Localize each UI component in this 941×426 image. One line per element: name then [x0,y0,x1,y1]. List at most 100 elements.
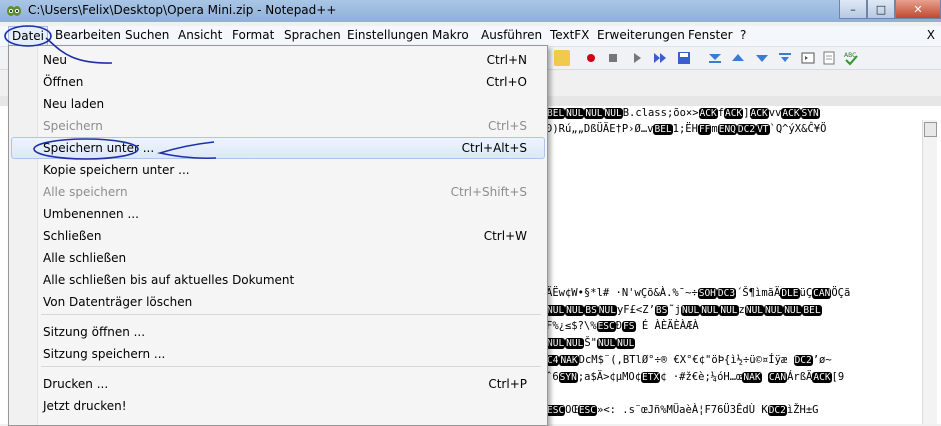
close-window-button[interactable]: ✕ [895,0,941,19]
control-char-badge: NUL [597,305,617,316]
menu-item-sitzung-speichern[interactable]: Sitzung speichern ... [11,343,545,365]
editor-line: ˆ6SYN;a$Ä>¢µMO¢ETX¢ ·#ž€è;¼óH…œNAK CANÁr… [546,370,844,385]
control-char-badge: DC2 [736,124,757,135]
menu-suchen[interactable]: Suchen [125,28,169,42]
menu-item-shortcut: Ctrl+P [488,377,527,391]
arrow-up-icon[interactable] [730,50,746,66]
control-char-badge: NUL [565,108,585,119]
menu-item-speichern[interactable]: Speichern Ctrl+S [11,115,545,137]
vertical-scrollbar[interactable] [922,120,937,424]
menu-item-sitzung-öffnen[interactable]: Sitzung öffnen ... [11,321,545,343]
menu-item-alle-schließen-bis-auf-aktuelles-dokument[interactable]: Alle schließen bis auf aktuelles Dokumen… [11,269,545,291]
menu-item-label: Sitzung speichern ... [43,347,166,361]
control-char-badge: CAN [812,288,832,299]
control-char-badge: BEL [546,108,566,119]
menu-item-neu[interactable]: Neu Ctrl+N [11,49,545,71]
control-char-badge: NUL [681,305,701,316]
editor-text: ´Š¶ìmãÄ [736,287,781,299]
document-icon[interactable] [821,50,837,66]
console-icon[interactable] [800,50,816,66]
menu-item-neu-laden[interactable]: Neu laden [11,93,545,115]
save-macro-icon[interactable] [676,50,692,66]
control-char-badge: NUL [597,338,617,349]
spellcheck-icon[interactable]: ABC [843,50,859,66]
stop-macro-icon[interactable] [605,50,621,66]
menu-item-von-datenträger-löschen[interactable]: Von Datenträger löschen [11,291,545,313]
menu-bearbeiten[interactable]: Bearbeiten [55,28,121,42]
menu-bar: Datei Bearbeiten Suchen Ansicht Format S… [0,26,941,47]
editor-text: yF£<Z’ [616,304,655,316]
control-char-badge: SOH [697,288,717,299]
control-char-badge: NUL [764,305,784,316]
menu-item-label: Speichern [43,119,103,133]
control-char-badge: ESC [546,405,566,416]
record-macro-icon[interactable] [583,50,599,66]
control-char-badge: NUL [546,305,566,316]
editor-text: ÖÇã [831,287,851,299]
menu-item-kopie-speichern-unter[interactable]: Kopie speichern unter ... [11,159,545,181]
editor-text: m [711,123,718,135]
sync-scroll-icon[interactable] [554,50,570,66]
close-document-button[interactable]: X [927,28,935,42]
collapse-icon[interactable] [707,50,723,66]
menu-makro[interactable]: Makro [432,28,469,42]
editor-text: »<: .s¨œJñ%MÜaèÀ¦F76Ü3ÊdÙ K [597,404,768,416]
minimize-button[interactable]: – [839,0,867,19]
menu-item-drucken[interactable]: Drucken ... Ctrl+P [11,373,545,395]
control-char-badge: DLE [780,288,800,299]
menu-einstellungen[interactable]: Einstellungen [347,28,428,42]
control-char-badge: FF [697,124,712,135]
maximize-button[interactable]: □ [867,0,895,19]
control-char-badge: BEL [653,124,673,135]
menu-help[interactable]: ? [740,28,746,42]
editor-line: NUL NULŠ"NUL NUL [546,336,636,351]
menu-fenster[interactable]: Fenster [688,28,733,42]
menu-item-label: Sitzung öffnen ... [43,325,146,339]
menu-ansicht[interactable]: Ansicht [178,28,222,42]
control-char-badge: NUL [616,338,636,349]
menu-item-label: Speichern unter ... [43,141,155,155]
scrollbar-thumb[interactable] [924,122,937,137]
menu-item-shortcut: Ctrl+Shift+S [450,185,527,199]
menu-format[interactable]: Format [232,28,274,42]
align-icon[interactable] [777,50,793,66]
menu-item-label: Jetzt drucken! [43,399,127,413]
editor-text: 1;ËH [672,123,698,135]
menu-item-alle-speichern[interactable]: Alle speichern Ctrl+Shift+S [11,181,545,203]
menu-item-öffnen[interactable]: Öffnen Ctrl+O [11,71,545,93]
title-bar: C:\Users\Felix\Desktop\Opera Mini.zip - … [0,0,941,22]
run-macro-multiple-icon[interactable] [652,50,668,66]
editor-text: ’ø~ [812,354,832,366]
menu-item-alle-schließen[interactable]: Alle schließen [11,247,545,269]
menu-item-umbenennen[interactable]: Umbenennen ... [11,203,545,225]
menu-ausfuehren[interactable]: Ausführen [481,28,542,42]
window-controls: – □ ✕ [839,0,941,20]
menu-erweiterungen[interactable]: Erweiterungen [597,28,685,42]
menu-item-schließen[interactable]: Schließen Ctrl+W [11,225,545,247]
menu-item-jetzt-drucken[interactable]: Jetzt drucken! [11,395,545,417]
menu-separator [41,314,541,315]
control-char-badge: DC2 [793,355,813,366]
editor-text: Š" [584,337,597,349]
editor-text: É ÀÈÄÈÀÆÀ [635,320,699,332]
menu-item-label: Umbenennen ... [43,207,139,221]
editor-line: C4 NAKDcM$¨(,BTlØ°÷® €X°€¢"öÞ{ì½÷ü©¤Íÿæ D… [546,353,832,368]
control-char-badge: NUL [719,305,739,316]
menu-item-label: Öffnen [43,75,84,89]
arrow-down-icon[interactable] [754,50,770,66]
control-char-badge: ETX [641,372,661,383]
menu-textfx[interactable]: TextFX [550,28,589,42]
control-char-badge: NUL [700,305,720,316]
editor-text: vv [768,107,782,119]
menu-item-speichern-unter[interactable]: Speichern unter ... Ctrl+Alt+S [11,137,545,159]
control-char-badge: C4 [546,355,560,366]
menu-sprachen[interactable]: Sprachen [284,28,341,42]
control-char-badge: ENQ [717,124,737,135]
editor-text: `Q^ýX&Ĉ¥Ö [769,123,827,135]
control-char-badge: NUL [603,108,623,119]
play-macro-icon[interactable] [629,50,645,66]
menu-item-label: Neu [43,53,67,67]
control-char-badge: NUL [744,305,765,316]
control-char-badge: ACK [749,108,769,119]
menu-datei[interactable]: Datei [8,26,49,46]
